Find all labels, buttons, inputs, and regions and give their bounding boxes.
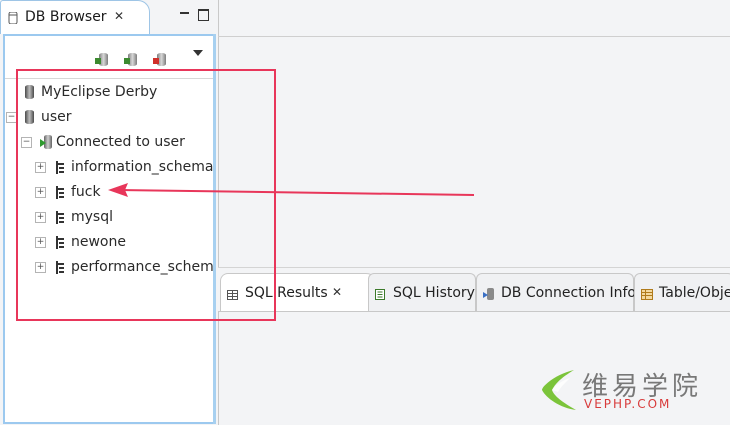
tree-node-schema[interactable]: + fuck xyxy=(5,182,213,204)
tree-node-label: information_schema xyxy=(71,159,213,175)
expand-icon[interactable]: + xyxy=(35,262,46,273)
tree-node-label: Connected to user xyxy=(56,134,185,150)
db-browser-tab-title: DB Browser xyxy=(25,9,107,25)
tree-node-label: fuck xyxy=(71,184,101,200)
tree-node-schema[interactable]: + information_schema xyxy=(5,157,213,179)
db-browser-icon xyxy=(7,11,19,28)
schema-icon xyxy=(55,236,65,249)
tree-node-schema[interactable]: + mysql xyxy=(5,207,213,229)
database-icon xyxy=(25,110,34,124)
expand-icon[interactable]: + xyxy=(35,237,46,248)
divider xyxy=(218,36,730,37)
tab-sql-history[interactable]: SQL History xyxy=(368,273,476,311)
db-browser-toolbar xyxy=(5,36,213,79)
tree-node-label: newone xyxy=(71,234,126,250)
bottom-tab-bar: SQL Results ✕ SQL History DB Connection … xyxy=(218,273,730,313)
db-disconnect-icon[interactable] xyxy=(153,52,169,68)
tree-node-schema[interactable]: + performance_schema xyxy=(5,257,213,279)
expand-icon[interactable]: + xyxy=(35,187,46,198)
db-connect-icon[interactable] xyxy=(95,52,111,68)
tree-node-myeclipse-derby[interactable]: MyEclipse Derby xyxy=(5,82,213,104)
tree-node-label: performance_schema xyxy=(71,259,213,275)
database-icon xyxy=(25,85,34,99)
db-tree: MyEclipse Derby − user − Connected to us… xyxy=(5,78,213,418)
tab-table-object[interactable]: Table/Object xyxy=(634,273,730,311)
schema-icon xyxy=(55,211,65,224)
panel-edge xyxy=(213,34,216,424)
tree-node-schema[interactable]: + newone xyxy=(5,232,213,254)
tab-db-connection-info[interactable]: DB Connection Info xyxy=(476,273,636,311)
watermark: 维易学院 VEPHP.COM xyxy=(536,362,726,414)
minimize-icon[interactable] xyxy=(180,12,189,17)
table-object-icon xyxy=(641,288,653,300)
watermark-english: VEPHP.COM xyxy=(584,397,672,411)
connection-info-icon xyxy=(483,288,494,300)
tree-node-label: MyEclipse Derby xyxy=(41,84,158,100)
tree-node-user[interactable]: − user xyxy=(5,107,213,129)
db-browser-panel: MyEclipse Derby − user − Connected to us… xyxy=(3,34,215,424)
tab-label: Table/Object xyxy=(659,285,730,301)
view-menu-icon[interactable] xyxy=(193,50,203,56)
table-icon xyxy=(227,288,238,300)
tab-label: SQL Results xyxy=(245,285,328,301)
divider xyxy=(218,267,730,268)
history-icon xyxy=(375,288,386,300)
tab-label: SQL History xyxy=(393,285,475,301)
db-browser-close-icon[interactable]: ✕ xyxy=(114,9,124,23)
close-icon[interactable]: ✕ xyxy=(332,285,342,299)
db-browser-view: DB Browser ✕ MyEclipse Derby − user − Co… xyxy=(0,0,216,424)
schema-icon xyxy=(55,186,65,199)
tree-node-connection[interactable]: − Connected to user xyxy=(5,132,213,154)
tab-sql-results[interactable]: SQL Results ✕ xyxy=(220,273,380,311)
watermark-logo-icon xyxy=(542,370,576,410)
collapse-icon[interactable]: − xyxy=(21,137,32,148)
expand-icon[interactable]: + xyxy=(35,162,46,173)
connection-icon xyxy=(39,135,53,149)
expand-icon[interactable]: + xyxy=(35,212,46,223)
schema-icon xyxy=(55,261,65,274)
schema-icon xyxy=(55,161,65,174)
maximize-icon[interactable] xyxy=(198,9,209,21)
db-browser-tab[interactable]: DB Browser ✕ xyxy=(0,0,150,34)
editor-area xyxy=(218,0,730,268)
tab-label: DB Connection Info xyxy=(501,285,636,301)
db-edit-icon[interactable] xyxy=(124,52,140,68)
tree-node-label: mysql xyxy=(71,209,113,225)
tree-node-label: user xyxy=(41,109,72,125)
collapse-icon[interactable]: − xyxy=(6,112,17,123)
